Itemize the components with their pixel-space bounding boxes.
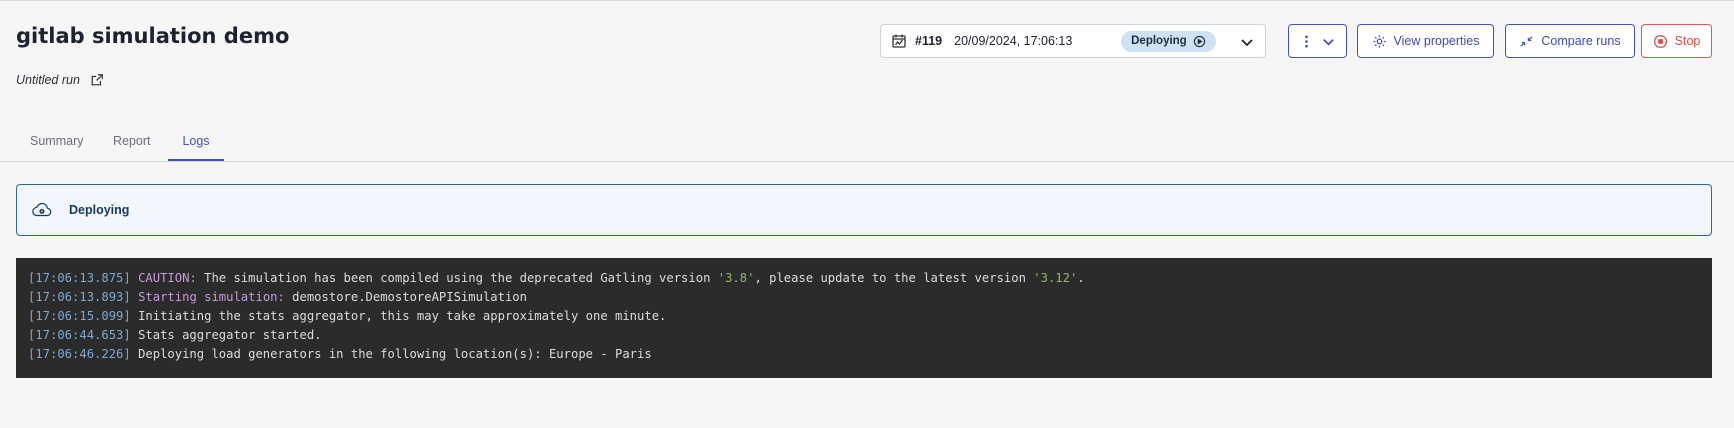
active-tab-indicator — [168, 159, 224, 161]
gear-icon — [1372, 34, 1386, 48]
chevron-down-icon — [1323, 38, 1334, 46]
log-timestamp: [17:06:46.226] — [28, 347, 131, 361]
log-timestamp: [17:06:15.099] — [28, 309, 131, 323]
log-timestamp: [17:06:44.653] — [28, 328, 131, 342]
log-string: '3.12' — [1033, 271, 1078, 285]
log-text: demostore.DemostoreAPISimulation — [284, 290, 527, 304]
log-string: '3.8' — [717, 271, 755, 285]
tab-report[interactable]: Report — [113, 134, 151, 148]
log-timestamp: [17:06:13.893] — [28, 290, 131, 304]
calendar-icon — [891, 33, 907, 49]
view-properties-label: View properties — [1393, 34, 1480, 48]
run-datetime: 20/09/2024, 17:06:13 — [954, 34, 1073, 48]
log-text: Initiating the stats aggregator, this ma… — [130, 309, 667, 323]
compare-icon — [1520, 35, 1533, 47]
run-name-row: Untitled run — [16, 73, 104, 87]
chevron-down-icon[interactable] — [1239, 34, 1255, 50]
top-divider — [0, 0, 1734, 1]
status-badge-label: Deploying — [1131, 35, 1187, 47]
alert-label: Deploying — [69, 203, 130, 217]
compare-runs-button[interactable]: Compare runs — [1505, 24, 1635, 58]
tab-summary[interactable]: Summary — [30, 134, 83, 148]
deploying-alert: Deploying — [16, 184, 1712, 236]
log-line: [17:06:13.875] CAUTION: The simulation h… — [28, 269, 1700, 288]
log-timestamp: [17:06:13.875] — [28, 271, 131, 285]
log-text: , please update to the latest version — [754, 271, 1034, 285]
more-actions-button[interactable] — [1288, 24, 1347, 58]
log-prefix: CAUTION: — [138, 271, 197, 285]
run-number: #119 — [915, 34, 943, 48]
stop-button[interactable]: Stop — [1641, 24, 1712, 58]
play-circle-icon — [1193, 35, 1206, 48]
kebab-menu-icon — [1305, 35, 1308, 47]
stop-label: Stop — [1674, 34, 1701, 48]
log-line: [17:06:46.226] Deploying load generators… — [28, 345, 1700, 364]
log-text: Stats aggregator started. — [130, 328, 322, 342]
stop-circle-icon — [1653, 34, 1667, 48]
log-line: [17:06:13.893] Starting simulation: demo… — [28, 288, 1700, 307]
run-selector-dropdown[interactable]: #119 20/09/2024, 17:06:13 Deploying — [880, 24, 1266, 58]
log-prefix: Starting simulation: — [138, 290, 285, 304]
run-name: Untitled run — [16, 73, 80, 87]
log-line: [17:06:44.653] Stats aggregator started. — [28, 326, 1700, 345]
log-line: [17:06:15.099] Initiating the stats aggr… — [28, 307, 1700, 326]
log-console: [17:06:13.875] CAUTION: The simulation h… — [16, 258, 1712, 378]
external-edit-icon[interactable] — [90, 73, 104, 87]
cloud-gear-icon — [31, 199, 53, 221]
tab-logs[interactable]: Logs — [168, 134, 224, 148]
log-text: . — [1077, 271, 1085, 285]
tab-bar: Summary Report Logs — [0, 124, 1734, 162]
view-properties-button[interactable]: View properties — [1357, 24, 1494, 58]
compare-runs-label: Compare runs — [1541, 34, 1621, 48]
log-text: The simulation has been compiled using t… — [196, 271, 718, 285]
status-badge: Deploying — [1121, 30, 1216, 52]
page-title: gitlab simulation demo — [16, 24, 290, 48]
log-text: Deploying load generators in the followi… — [130, 347, 652, 361]
